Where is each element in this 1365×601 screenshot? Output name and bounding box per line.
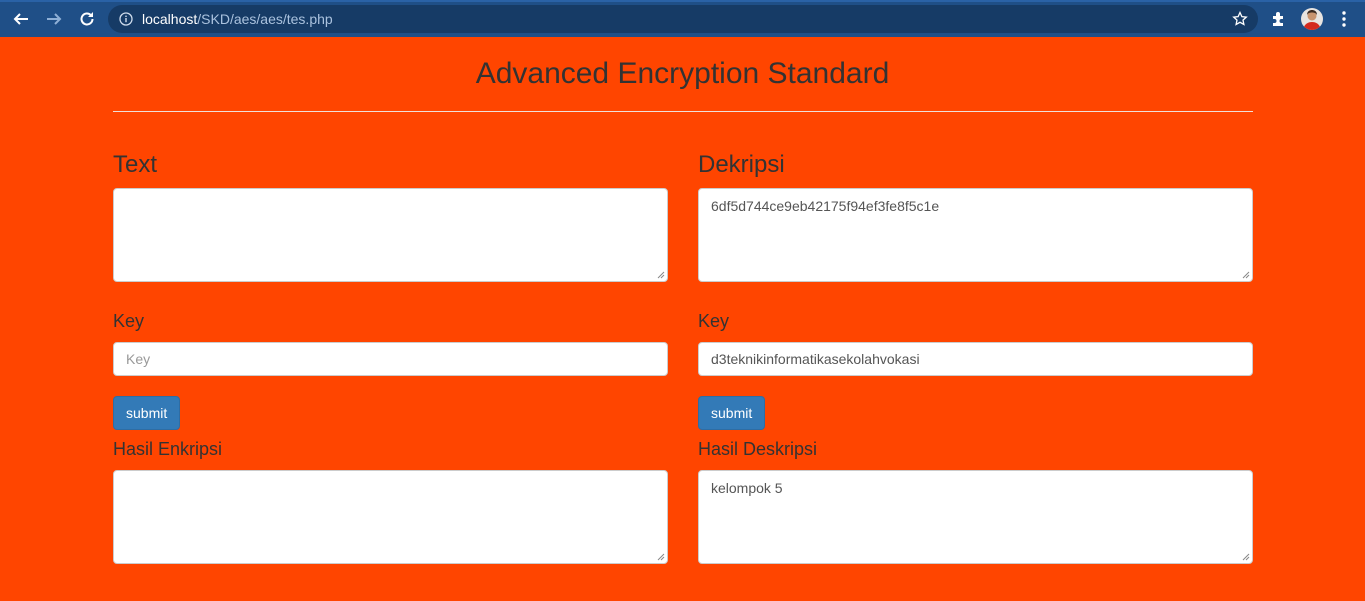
ciphertext-value: 6df5d744ce9eb42175f94ef3fe8f5c1e [711,198,940,214]
decrypt-key-input[interactable]: d3teknikinformatikasekolahvokasi [698,342,1253,376]
menu-dots-icon [1342,11,1346,27]
forward-button[interactable] [43,8,65,30]
resize-handle-icon[interactable] [657,553,665,561]
forward-arrow-icon [47,13,62,25]
star-icon[interactable] [1232,11,1248,27]
encrypt-submit-button[interactable]: submit [113,396,181,430]
encrypt-heading: Text [113,151,158,178]
encrypt-result-label: Hasil Enkripsi [113,439,223,459]
browser-menu-button[interactable] [1334,9,1354,29]
title-divider [113,111,1253,112]
url-path: /SKD/aes/aes/tes.php [197,11,333,27]
reload-icon [80,12,94,26]
decrypt-result-label: Hasil Deskripsi [698,439,818,459]
back-arrow-icon [13,13,28,25]
encrypt-key-input[interactable]: Key [113,342,668,376]
extensions-button[interactable] [1269,9,1289,29]
url-host: localhost [142,11,198,27]
tab-strip-edge [0,0,1365,2]
ciphertext-textarea[interactable]: 6df5d744ce9eb42175f94ef3fe8f5c1e [698,188,1253,282]
decrypt-result-value: kelompok 5 [711,480,783,496]
address-bar[interactable]: localhost/SKD/aes/aes/tes.php [108,5,1258,33]
page-title: Advanced Encryption Standard [475,57,890,90]
encrypt-key-label: Key [113,311,145,331]
extensions-icon [1273,12,1283,26]
info-icon[interactable] [119,12,133,26]
browser-toolbar: localhost/SKD/aes/aes/tes.php [0,0,1365,37]
resize-handle-icon[interactable] [1242,271,1250,279]
profile-avatar[interactable] [1301,8,1323,30]
decrypt-result-textarea[interactable]: kelompok 5 [698,470,1253,564]
back-button[interactable] [10,8,32,30]
url-text[interactable]: localhost/SKD/aes/aes/tes.php [142,11,333,27]
avatar-image [1303,10,1321,30]
resize-handle-icon[interactable] [1242,553,1250,561]
resize-handle-icon[interactable] [657,271,665,279]
decrypt-heading: Dekripsi [698,151,785,178]
decrypt-key-label: Key [698,311,730,331]
plaintext-textarea[interactable] [113,188,668,282]
decrypt-submit-button[interactable]: submit [698,396,766,430]
reload-button[interactable] [76,8,98,30]
encrypt-result-textarea[interactable] [113,470,668,564]
